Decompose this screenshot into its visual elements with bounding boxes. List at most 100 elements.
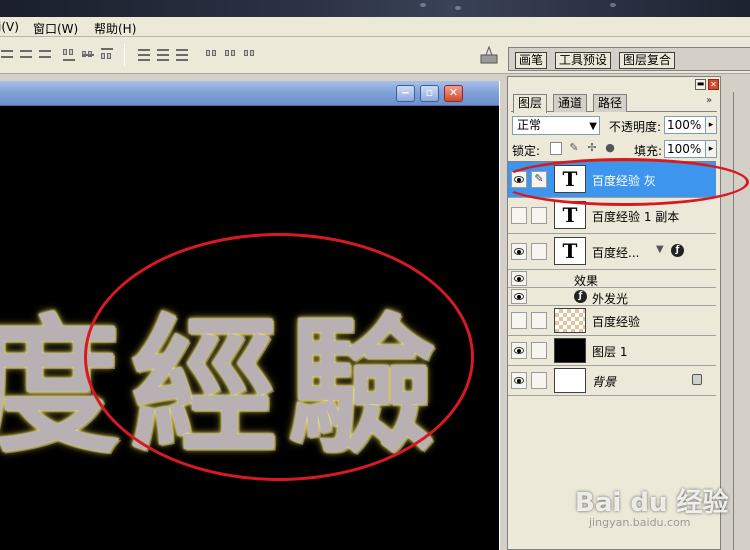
effect-row-outer-glow[interactable]: ƒ 外发光 bbox=[508, 288, 716, 306]
link-toggle[interactable] bbox=[531, 342, 547, 359]
align-top-icon[interactable] bbox=[62, 46, 76, 62]
layer-thumbnail bbox=[554, 338, 586, 363]
lock-transparency-icon[interactable] bbox=[550, 142, 562, 155]
fill-field[interactable]: 100% bbox=[664, 140, 706, 158]
baidu-watermark: Bai du 经验 jingyan.baidu.com bbox=[575, 482, 729, 529]
effect-icon: ƒ bbox=[574, 290, 587, 303]
well-tab-layer-comps[interactable]: 图层复合 bbox=[619, 52, 676, 69]
text-layer-thumbnail: T bbox=[554, 237, 586, 265]
menu-view[interactable]: i(V) bbox=[0, 20, 19, 34]
layer-row[interactable]: T 百度经... ▼ ƒ bbox=[508, 234, 716, 270]
tab-paths[interactable]: 路径 bbox=[593, 94, 628, 112]
distribute-left-icon[interactable] bbox=[205, 46, 219, 62]
layer-name: 背景 bbox=[592, 375, 617, 389]
menu-help[interactable]: 帮助(H) bbox=[94, 20, 136, 37]
blend-mode-select[interactable]: 正常 ▼ bbox=[512, 116, 600, 135]
menu-bar: i(V) 窗口(W) 帮助(H) bbox=[0, 17, 750, 37]
opacity-arrow-icon[interactable]: ▸ bbox=[705, 116, 717, 134]
expand-effects-icon[interactable]: ▼ bbox=[656, 244, 664, 255]
distribute-center-icon[interactable] bbox=[224, 46, 238, 62]
text-layer-thumbnail: T bbox=[554, 201, 586, 229]
visibility-toggle[interactable] bbox=[511, 312, 527, 329]
lock-icon bbox=[692, 374, 702, 385]
sparkle bbox=[455, 6, 461, 10]
link-toggle[interactable] bbox=[531, 243, 547, 260]
align-icon[interactable] bbox=[38, 46, 52, 62]
layer-thumbnail bbox=[554, 308, 586, 333]
effects-header-row[interactable]: 效果 bbox=[508, 270, 716, 288]
watermark-brand: Bai du 经验 bbox=[575, 488, 729, 518]
visibility-toggle[interactable] bbox=[511, 372, 527, 389]
align-group-vertical bbox=[62, 46, 114, 64]
minimize-button[interactable]: ‒ bbox=[396, 85, 415, 102]
tab-layers[interactable]: 图层 bbox=[513, 94, 548, 113]
layer-row[interactable]: 图层 1 bbox=[508, 336, 716, 366]
effects-header: 效果 bbox=[574, 274, 599, 288]
visibility-toggle[interactable] bbox=[511, 243, 527, 260]
annotation-ellipse-layer bbox=[499, 158, 749, 206]
eye-icon bbox=[514, 275, 524, 282]
close-button[interactable]: ✕ bbox=[444, 85, 463, 102]
layers-palette: ▬ ✕ 图层 通道 路径 » 正常 ▼ 不透明度: 100% ▸ 锁定: ✎ ✢… bbox=[507, 76, 721, 550]
align-icon[interactable] bbox=[0, 46, 14, 62]
align-group-horizontal bbox=[0, 46, 52, 64]
blend-mode-value: 正常 bbox=[517, 118, 542, 132]
restore-button[interactable]: ▫ bbox=[420, 85, 439, 102]
opacity-field[interactable]: 100% bbox=[664, 116, 706, 134]
palette-scrollbar[interactable] bbox=[733, 92, 750, 550]
layer-name: 百度经验 1 副本 bbox=[592, 210, 680, 224]
lock-label: 锁定: bbox=[512, 144, 541, 158]
eye-icon bbox=[514, 377, 524, 384]
brush-palette-icon[interactable] bbox=[478, 44, 500, 66]
fill-label: 填充: bbox=[634, 144, 663, 158]
palette-well: 画笔 工具预设 图层复合 bbox=[508, 47, 750, 71]
menu-window[interactable]: 窗口(W) bbox=[33, 20, 78, 37]
link-toggle[interactable] bbox=[531, 207, 547, 224]
visibility-toggle[interactable] bbox=[511, 342, 527, 359]
link-toggle[interactable] bbox=[531, 372, 547, 389]
layer-name: 百度经验 bbox=[592, 315, 641, 329]
align-middle-icon[interactable] bbox=[81, 46, 95, 62]
eye-icon bbox=[514, 248, 524, 255]
visibility-toggle[interactable] bbox=[511, 207, 527, 224]
photoshop-window: i(V) 窗口(W) 帮助(H) 画笔 工具预设 图层复合 ‒ ▫ ✕ 度經驗 … bbox=[0, 0, 750, 550]
sparkle bbox=[420, 3, 426, 7]
lock-paint-icon[interactable]: ✎ bbox=[568, 142, 580, 155]
palette-close-button[interactable]: ✕ bbox=[708, 79, 719, 90]
distribute-right-icon[interactable] bbox=[243, 46, 257, 62]
align-bottom-icon[interactable] bbox=[100, 46, 114, 62]
effects-icon: ƒ bbox=[671, 244, 684, 257]
toolbar-separator bbox=[124, 44, 125, 66]
distribute-bottom-icon[interactable] bbox=[175, 46, 189, 62]
fill-arrow-icon[interactable]: ▸ bbox=[705, 140, 717, 158]
document-scrollbar[interactable] bbox=[499, 81, 507, 550]
palette-titlebar[interactable]: ▬ ✕ bbox=[508, 77, 720, 92]
eye-icon bbox=[514, 293, 524, 300]
chevron-down-icon: ▼ bbox=[589, 121, 597, 132]
align-icon[interactable] bbox=[19, 46, 33, 62]
distribute-middle-icon[interactable] bbox=[156, 46, 170, 62]
visibility-toggle[interactable] bbox=[511, 271, 527, 286]
lock-move-icon[interactable]: ✢ bbox=[586, 142, 598, 155]
palette-minimize-button[interactable]: ▬ bbox=[695, 79, 706, 90]
palette-menu-icon[interactable]: » bbox=[706, 95, 712, 106]
link-toggle[interactable] bbox=[531, 312, 547, 329]
document-titlebar[interactable]: ‒ ▫ ✕ bbox=[0, 81, 499, 106]
layer-row[interactable]: 百度经验 bbox=[508, 306, 716, 336]
layer-thumbnail bbox=[554, 368, 586, 393]
palette-tabs: 图层 通道 路径 bbox=[511, 94, 717, 113]
lock-all-icon[interactable]: ● bbox=[604, 142, 616, 155]
tab-channels[interactable]: 通道 bbox=[553, 94, 588, 112]
visibility-toggle[interactable] bbox=[511, 289, 527, 304]
distribute-group-vertical bbox=[137, 46, 189, 64]
effect-name: 外发光 bbox=[592, 292, 629, 306]
distribute-group-horizontal bbox=[205, 46, 257, 64]
layer-name: 图层 1 bbox=[592, 345, 628, 359]
layer-name: 百度经... bbox=[592, 246, 640, 260]
layer-row[interactable]: 背景 bbox=[508, 366, 716, 396]
annotation-ellipse-canvas bbox=[84, 233, 474, 481]
well-tab-brushes[interactable]: 画笔 bbox=[515, 52, 548, 69]
desktop-strip bbox=[0, 0, 750, 17]
distribute-top-icon[interactable] bbox=[137, 46, 151, 62]
well-tab-tool-presets[interactable]: 工具预设 bbox=[555, 52, 612, 69]
